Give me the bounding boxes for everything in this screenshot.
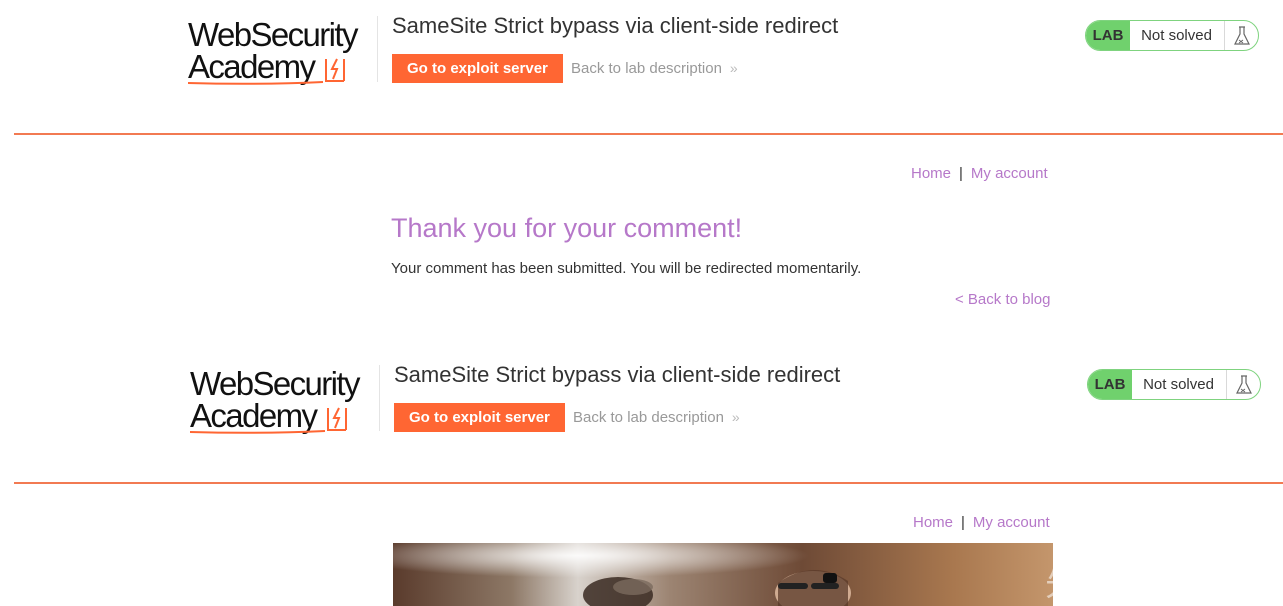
blog-post-image — [393, 543, 1053, 606]
header-divider — [379, 365, 380, 431]
my-account-link[interactable]: My account — [971, 165, 1048, 182]
double-chevron-right-icon: » — [729, 60, 738, 76]
logo-line-1: WebSecurity — [190, 365, 360, 402]
header-rule — [14, 133, 1283, 135]
top-nav: Home | My account — [911, 165, 1048, 182]
academy-logo[interactable]: WebSecurity Academy — [190, 367, 380, 437]
confirmation-heading: Thank you for your comment! — [391, 213, 743, 243]
lab-status-badge: LAB Not solved — [1085, 20, 1259, 51]
logo-bolt-icon — [325, 58, 345, 82]
double-chevron-right-icon: » — [731, 409, 740, 425]
confirmation-message: Your comment has been submitted. You wil… — [391, 260, 862, 277]
lab-tag: LAB — [1086, 21, 1130, 50]
back-to-blog-link[interactable]: < Back to blog — [955, 291, 1050, 308]
lab-status-text: Not solved — [1143, 376, 1214, 393]
home-link[interactable]: Home — [913, 514, 953, 531]
lab-status-badge: LAB Not solved — [1087, 369, 1261, 400]
lab-title: SameSite Strict bypass via client-side r… — [392, 13, 839, 38]
academy-logo[interactable]: WebSecurity Academy — [188, 18, 378, 88]
back-to-description-link[interactable]: Back to lab description » — [571, 60, 738, 77]
logo-underline-icon — [188, 81, 324, 85]
nav-separator: | — [961, 514, 965, 531]
logo-bolt-icon — [327, 407, 347, 431]
my-account-link[interactable]: My account — [973, 514, 1050, 531]
header-rule — [14, 482, 1283, 484]
watermark: 先知社区 — [1045, 564, 1197, 604]
logo-underline-icon — [190, 430, 326, 434]
back-to-description-label: Back to lab description — [573, 409, 724, 426]
flask-icon — [1226, 370, 1260, 399]
logo-line-2: Academy — [190, 397, 318, 434]
lab-tag: LAB — [1088, 370, 1132, 399]
back-to-description-label: Back to lab description — [571, 60, 722, 77]
exploit-server-button[interactable]: Go to exploit server — [394, 403, 565, 432]
exploit-server-button[interactable]: Go to exploit server — [392, 54, 563, 83]
logo-line-1: WebSecurity — [188, 16, 358, 53]
header-divider — [377, 16, 378, 82]
home-link[interactable]: Home — [911, 165, 951, 182]
logo-line-2: Academy — [188, 48, 316, 85]
top-nav: Home | My account — [913, 514, 1050, 531]
lab-status-text: Not solved — [1141, 27, 1212, 44]
lab-title: SameSite Strict bypass via client-side r… — [394, 362, 841, 387]
flask-icon — [1224, 21, 1258, 50]
back-to-description-link[interactable]: Back to lab description » — [573, 409, 740, 426]
nav-separator: | — [959, 165, 963, 182]
